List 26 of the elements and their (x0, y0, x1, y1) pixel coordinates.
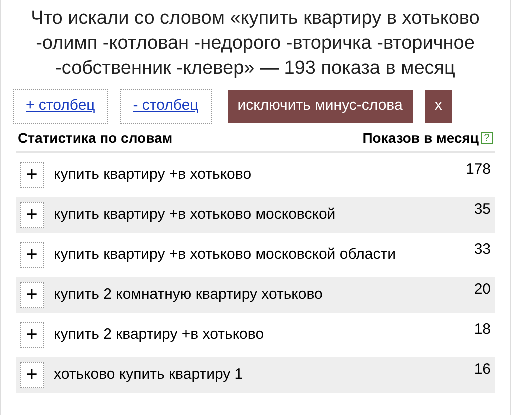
add-column-link[interactable]: - столбец (120, 89, 212, 124)
column-header: Показов в месяц (362, 128, 479, 148)
impressions-count: 178 (466, 160, 491, 178)
impressions-count: 33 (474, 240, 491, 258)
keyword-phrase: хотьково купить квартиру 1 (54, 366, 244, 382)
add-keyword-button[interactable]: + (20, 162, 44, 188)
keyword-phrase: купить квартиру +в хотьково (54, 166, 252, 182)
action-button[interactable]: x (424, 90, 452, 122)
add-keyword-button[interactable]: + (20, 242, 44, 268)
add-keyword-button[interactable]: + (20, 202, 44, 228)
add-column-link[interactable]: + столбец (13, 89, 108, 124)
impressions-count: 16 (474, 360, 491, 378)
action-button[interactable]: исключить минус-слова (228, 90, 413, 122)
keyword-phrase: купить 2 квартиру +в хотьково (54, 326, 264, 342)
add-keyword-button[interactable]: + (20, 322, 44, 348)
page-title: Что искали со словом «купить квартиру в хотьково -олимп -котлован -недорого -вторичка -вторичное -собственник -клевер» — 193 показа в месяц (30, 7, 481, 81)
column-header: Статистика по словам (18, 128, 173, 148)
impressions-count: 35 (474, 200, 491, 218)
add-keyword-button[interactable]: + (20, 362, 44, 388)
keyword-phrase: купить квартиру +в хотьково московской области (54, 246, 396, 262)
help-icon[interactable]: ? (481, 132, 493, 144)
impressions-count: 18 (474, 320, 491, 338)
keyword-phrase: купить квартиру +в хотьково московской (54, 206, 336, 222)
keyword-phrase: купить 2 комнатную квартиру хотьково (54, 286, 323, 302)
impressions-count: 20 (474, 280, 491, 298)
add-keyword-button[interactable]: + (20, 282, 44, 308)
